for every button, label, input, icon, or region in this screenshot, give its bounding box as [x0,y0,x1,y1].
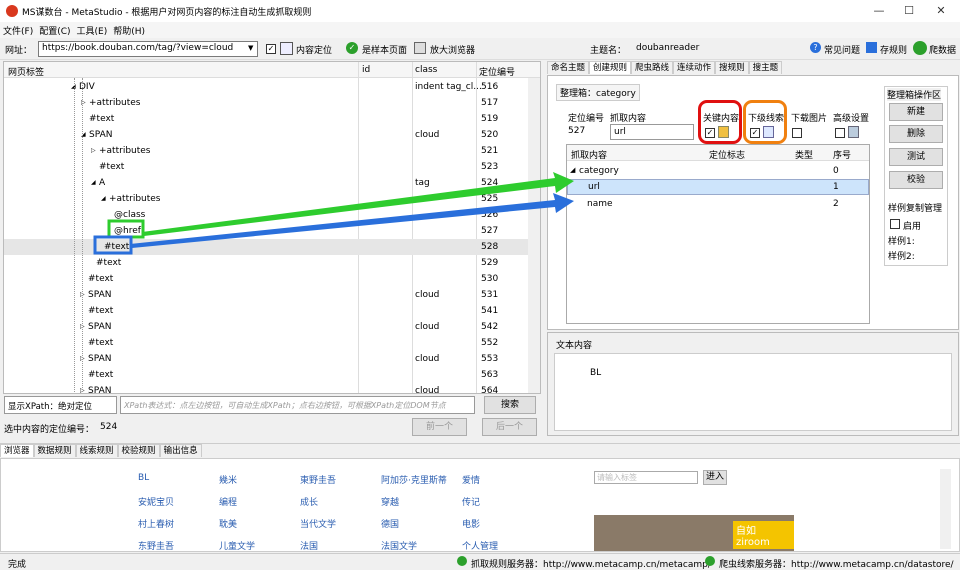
tab-data-rule[interactable]: 数据规则 [33,444,76,457]
tag-link[interactable]: 德国 [381,517,399,530]
tag-link[interactable]: BL [138,473,149,483]
tag-link[interactable]: 穿越 [381,495,399,508]
tag-link[interactable]: 法国 [300,539,318,551]
tag-link[interactable]: 安妮宝贝 [138,495,174,508]
tab-check-rule[interactable]: 校验规则 [117,444,160,457]
tag-link[interactable]: 儿童文学 [219,539,255,551]
ad-text: 自如 ziroom [733,521,794,549]
tag-link[interactable]: 成长 [300,495,318,508]
tag-link[interactable]: 东野圭吾 [138,539,174,551]
bottom-tabs: 浏览器 数据规则 线索规则 校验规则 输出信息 [0,443,960,457]
tag-link[interactable]: 传记 [462,495,480,508]
rule-server-text: 抓取规则服务器：http://www.metacamp.cn/metacamp/ [471,560,711,570]
enter-button[interactable]: 进入 [703,470,727,485]
tag-search-input[interactable]: 请输入标签 [594,471,698,484]
tag-link[interactable]: 编程 [219,495,237,508]
tag-link[interactable]: 电影 [462,517,480,530]
status-text: 完成 [8,560,27,570]
tag-link[interactable]: 阿加莎·克里斯蒂 [381,473,447,486]
text-highlight-box [93,235,133,255]
green-arrow [142,172,574,236]
tab-clue-rule[interactable]: 线索规则 [75,444,118,457]
browser-scrollbar[interactable] [940,469,951,549]
clue-server-text: 爬虫线索服务器：http://www.metacamp.cn/datastore… [719,560,954,570]
tag-link[interactable]: 个人管理 [462,539,498,551]
status-bar: 完成 抓取规则服务器：http://www.metacamp.cn/metaca… [0,553,960,570]
blue-arrow [130,193,574,248]
server-ok-icon [457,556,467,566]
tab-browser[interactable]: 浏览器 [0,444,34,457]
tag-link[interactable]: 村上春树 [138,517,174,530]
browser-view: BL 幾米 東野圭吾 阿加莎·克里斯蒂 爱情安妮宝贝 编程 成长 穿越 传记村上春树 耽美 当代文学… [0,458,960,552]
tag-link[interactable]: 幾米 [219,473,237,486]
tab-output[interactable]: 输出信息 [159,444,202,457]
href-highlight-box [107,219,145,239]
tag-link[interactable]: 東野圭吾 [300,473,336,486]
tag-link[interactable]: 当代文学 [300,517,336,530]
tag-link[interactable]: 耽美 [219,517,237,530]
tag-link[interactable]: 爱情 [462,473,480,486]
ad-banner[interactable]: 自如 ziroom [594,515,794,551]
tag-link[interactable]: 法国文学 [381,539,417,551]
server-ok-icon [705,556,715,566]
